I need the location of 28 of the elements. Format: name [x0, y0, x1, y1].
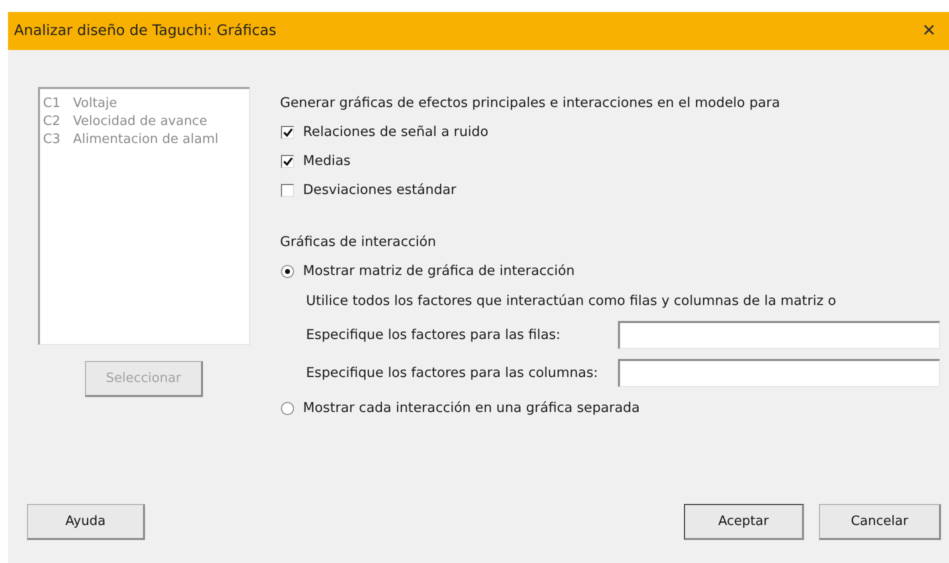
input-field[interactable]	[618, 359, 940, 387]
variable-name: Velocidad de avance	[73, 113, 208, 131]
help-button[interactable]: Ayuda	[27, 504, 145, 540]
radio-button[interactable]	[281, 402, 294, 415]
field-label: Especifique los factores para las columnas:	[306, 365, 598, 381]
variable-name: Alimentacion de alaml	[73, 131, 218, 149]
section-heading: Gráficas de interacción	[280, 233, 438, 252]
radio-label: Mostrar cada interacción en una gráfica separada	[303, 399, 640, 418]
variable-code: C1	[43, 95, 62, 113]
close-button[interactable]: ✕	[909, 12, 949, 50]
input-field[interactable]	[618, 321, 940, 349]
instruction-text: Utilice todos los factores que interactúan como filas y columnas de la matriz o	[305, 292, 838, 311]
checkbox-label: Medias	[303, 152, 351, 171]
variable-code: C2	[43, 113, 62, 131]
cancel-button[interactable]: Cancelar	[819, 504, 941, 540]
ok-button[interactable]: Aceptar	[684, 504, 804, 540]
field-label: Especifique los factores para las filas:	[306, 327, 560, 343]
variable-code: C3	[43, 131, 62, 149]
checkbox-label: Relaciones de señal a ruido	[303, 123, 488, 142]
checkbox-label: Desviaciones estándar	[303, 181, 456, 200]
checkbox[interactable]	[281, 184, 294, 197]
checkbox[interactable]	[281, 155, 294, 168]
radio-label: Mostrar matriz de gráfica de interacción	[303, 262, 575, 281]
radio-button[interactable]	[281, 265, 294, 278]
window-title: Analizar diseño de Taguchi: Gráficas	[14, 23, 276, 39]
variable-name: Voltaje	[73, 95, 118, 113]
section-heading: Generar gráficas de efectos principales e interacciones en el modelo para	[280, 94, 781, 113]
checkbox[interactable]	[281, 126, 294, 139]
